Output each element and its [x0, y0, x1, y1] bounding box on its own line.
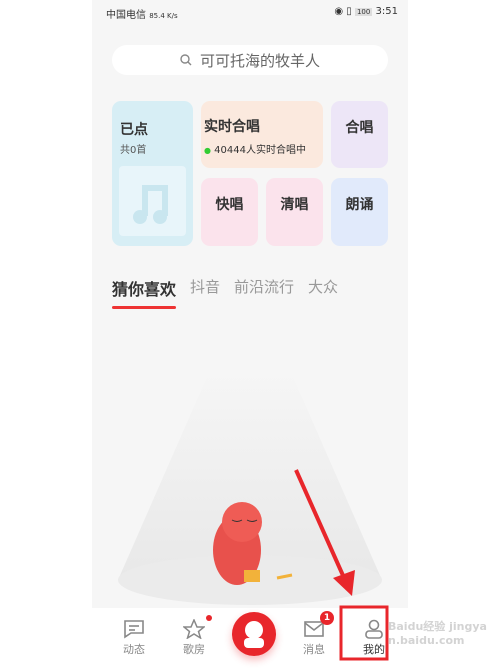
clock: 3:51 [375, 6, 398, 17]
card-recite[interactable]: 朗诵 [331, 178, 388, 246]
music-note-icon [119, 166, 186, 236]
nav-label: 动态 [123, 643, 145, 656]
card-title: 朗诵 [345, 197, 374, 213]
nav-messages[interactable]: 消息 1 [284, 611, 344, 657]
tab-popular[interactable]: 大众 [308, 276, 338, 300]
card-subtitle: 40444人实时合唱中 [214, 145, 306, 156]
carrier: 中国电信 [106, 10, 146, 21]
card-title: 清唱 [280, 197, 309, 213]
star-icon [183, 619, 205, 639]
nav-label: 歌房 [183, 643, 205, 656]
card-fast-sing[interactable]: 快唱 [201, 178, 258, 246]
notification-dot [206, 615, 212, 621]
net-speed: 85.4 K/s [149, 12, 178, 20]
unread-badge: 1 [320, 611, 334, 625]
message-square-icon [124, 620, 144, 639]
card-ordered[interactable]: 已点 共0首 [112, 101, 193, 246]
tab-douyin[interactable]: 抖音 [190, 276, 220, 300]
nav-feed[interactable]: 动态 [104, 619, 164, 657]
empty-state-illustration [118, 370, 382, 605]
user-icon [365, 619, 383, 639]
card-subtitle: 共0首 [120, 145, 147, 156]
search-input[interactable]: 可可托海的牧羊人 [112, 45, 388, 75]
bottom-nav: 动态 歌房 消息 1 我的 [92, 608, 408, 668]
nav-label: 消息 [303, 643, 325, 656]
nav-sing-button[interactable] [224, 612, 284, 656]
search-icon [180, 54, 192, 66]
search-placeholder: 可可托海的牧羊人 [199, 51, 320, 70]
nav-rooms[interactable]: 歌房 [164, 615, 224, 657]
status-bar: 中国电信 85.4 K/s ◉ ▯ 100 3:51 [106, 6, 398, 21]
live-dot-icon: ● [204, 146, 211, 155]
tab-guess-you-like[interactable]: 猜你喜欢 [112, 276, 177, 309]
tab-trending[interactable]: 前沿流行 [234, 276, 294, 300]
battery-icon: 100 [354, 8, 373, 16]
watermark: Baidu经验 jingyan.baidu.com [388, 620, 487, 647]
sing-icon [232, 612, 276, 656]
card-a-cappella[interactable]: 清唱 [266, 178, 323, 246]
card-title: 快唱 [215, 197, 244, 213]
phone-screen: 中国电信 85.4 K/s ◉ ▯ 100 3:51 可可托海的牧羊人 已点 共… [92, 0, 408, 668]
card-live-chorus[interactable]: 实时合唱 ● 40444人实时合唱中 [201, 101, 323, 168]
card-chorus[interactable]: 合唱 [331, 101, 388, 168]
card-title: 合唱 [345, 120, 374, 136]
category-tabs: 猜你喜欢 抖音 前沿流行 大众 [112, 276, 338, 309]
nav-label: 我的 [363, 643, 385, 656]
card-title: 已点 [120, 122, 148, 138]
card-title: 实时合唱 [204, 119, 260, 135]
